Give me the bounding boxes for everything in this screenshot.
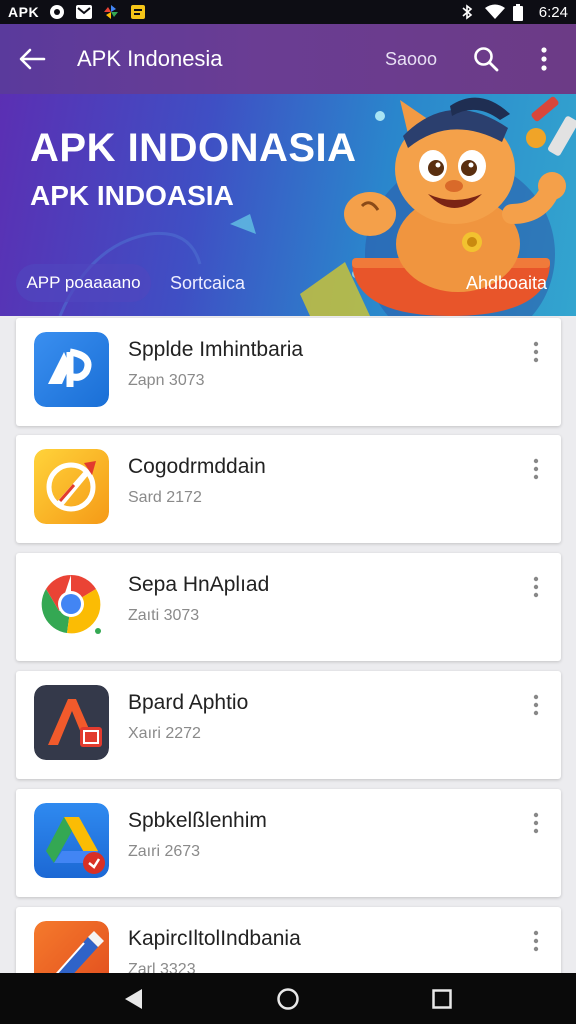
banner-subtitle: APK INDOASIA [30, 180, 234, 211]
app-meta: Sard 2172 [128, 489, 202, 506]
app-name: Sepa HnAplıad [128, 573, 270, 596]
banner-tab[interactable]: Sortcaica [170, 264, 245, 302]
banner-right-label[interactable]: Ahdboaita [466, 264, 547, 302]
app-list: Spplde Imhintbaria Zapn 3073 Cogodrmddai… [0, 316, 576, 973]
more-vert-icon [533, 576, 539, 598]
status-left: APK [8, 4, 147, 20]
card-more-button[interactable] [524, 691, 548, 719]
app-name: Cogodrmddain [128, 455, 266, 478]
nav-back-button[interactable] [117, 983, 149, 1015]
list-item[interactable]: Spplde Imhintbaria Zapn 3073 [16, 318, 561, 426]
card-more-button[interactable] [524, 573, 548, 601]
mail-icon [75, 4, 93, 20]
app-root: APK 6:24 APK Indonesia Saooo APK INDONAS… [0, 0, 576, 1024]
app-bar: APK Indonesia Saooo [0, 24, 576, 94]
status-app-label: APK [8, 4, 40, 20]
adobe-a-icon [34, 685, 109, 760]
status-bar: APK 6:24 [0, 0, 576, 24]
status-time: 6:24 [538, 3, 568, 21]
search-label[interactable]: Saooo [385, 49, 437, 70]
app-meta: Zarl 3323 [128, 961, 196, 973]
more-vert-icon [533, 458, 539, 480]
banner-tab-active[interactable]: APP poaaaano [16, 264, 151, 302]
nav-home-button[interactable] [272, 983, 304, 1015]
app-meta: Zaıti 3073 [128, 607, 200, 624]
page-title: APK Indonesia [77, 46, 223, 71]
more-vert-icon [533, 694, 539, 716]
nav-recents-button[interactable] [426, 983, 458, 1015]
status-right: 6:24 [458, 4, 568, 21]
card-more-button[interactable] [524, 927, 548, 955]
overflow-menu-button[interactable] [526, 39, 562, 79]
list-item[interactable]: KapircIltolIndbania Zarl 3323 [16, 907, 561, 973]
nav-recents-icon [432, 989, 452, 1009]
system-nav-bar [0, 973, 576, 1024]
back-arrow-icon [19, 48, 46, 70]
list-item[interactable]: Bpard Aphtio Xaıri 2272 [16, 671, 561, 779]
search-button[interactable] [466, 39, 506, 79]
more-vert-icon [533, 812, 539, 834]
card-more-button[interactable] [524, 338, 548, 366]
drive-icon [34, 803, 109, 878]
app-name: Bpard Aphtio [128, 691, 249, 714]
card-more-button[interactable] [524, 455, 548, 483]
more-vert-icon [533, 930, 539, 952]
wifi-icon [484, 4, 505, 20]
blue-ap-icon [34, 332, 109, 407]
list-item[interactable]: Spbkelßlenhim Zaıri 2673 [16, 789, 561, 897]
note-icon [129, 4, 147, 20]
promo-banner[interactable]: APK INDONASIA APK INDOASIA APP poaaaano … [0, 94, 576, 316]
chrome-icon [34, 567, 109, 642]
search-icon [474, 47, 499, 72]
bluetooth-icon [458, 4, 476, 20]
app-name: Spbkelßlenhim [128, 809, 267, 832]
card-more-button[interactable] [524, 809, 548, 837]
nav-back-icon [125, 989, 142, 1009]
nav-home-icon [277, 988, 299, 1010]
back-button[interactable] [0, 24, 64, 94]
list-item[interactable]: Cogodrmddain Sard 2172 [16, 435, 561, 543]
app-meta: Zapn 3073 [128, 372, 205, 389]
pinwheel-icon [102, 4, 120, 20]
battery-icon [512, 4, 530, 21]
app-name: KapircIltolIndbania [128, 927, 301, 950]
orange-pen-icon [34, 921, 109, 973]
more-vert-icon [533, 341, 539, 363]
app-meta: Xaıri 2272 [128, 725, 201, 742]
yellow-rocket-icon [34, 449, 109, 524]
app-meta: Zaıri 2673 [128, 843, 201, 860]
circle-logo-icon [48, 4, 66, 20]
list-item[interactable]: Sepa HnAplıad Zaıti 3073 [16, 553, 561, 661]
app-name: Spplde Imhintbaria [128, 338, 304, 361]
more-vert-icon [541, 47, 547, 71]
